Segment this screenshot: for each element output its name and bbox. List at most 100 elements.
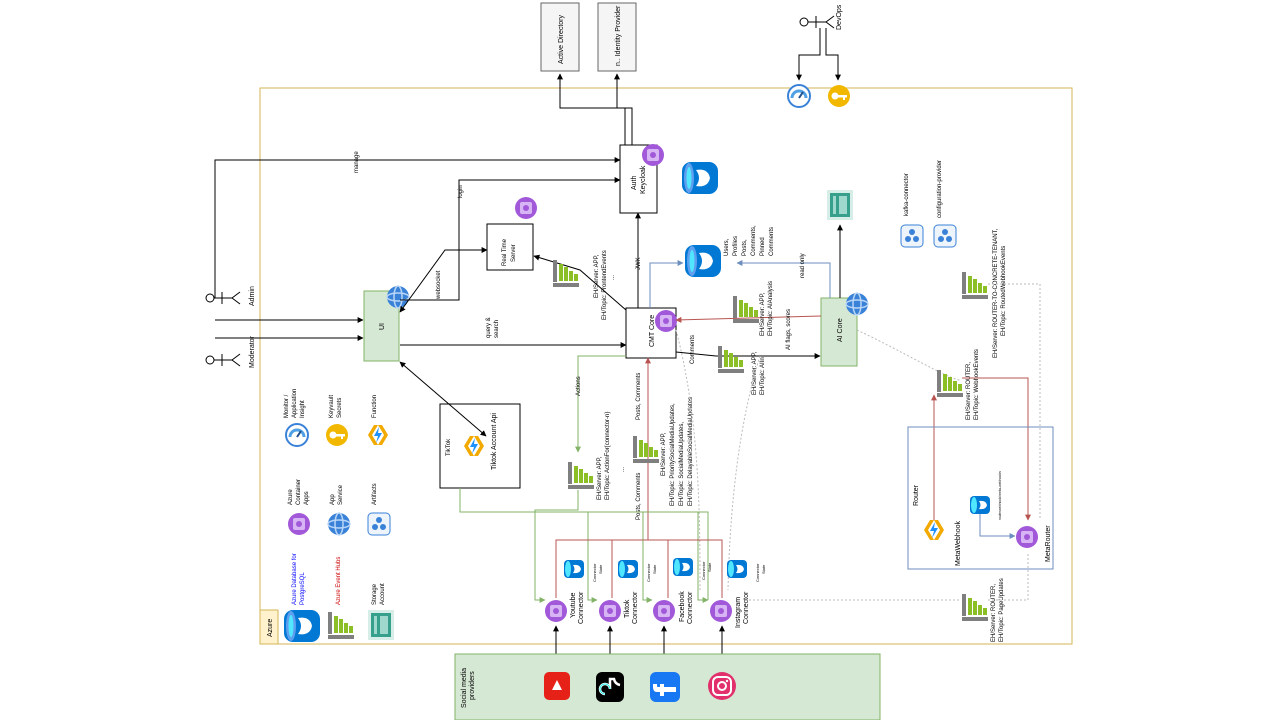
comments-label: Comments: [690, 335, 696, 364]
users-db-line-4: Comments,: [751, 225, 757, 256]
aiin-eh-2: EH/Topic: AIIn: [760, 357, 766, 395]
legend-storage-icon: [368, 610, 394, 640]
tiktok-connector-icon: [599, 600, 621, 622]
monitor-icon: [786, 83, 812, 109]
devops-label: DevOps: [836, 4, 843, 30]
aianalysis-eh-1: EH/Server: APP,: [760, 292, 766, 336]
users-db-line-2: Profiles: [733, 236, 739, 256]
auth-container-icon: [642, 144, 664, 166]
page-updates-eventhub-icon: [962, 594, 988, 621]
config-provider-label: configuration-provider: [937, 160, 943, 218]
auth-ad-edge: [557, 73, 626, 145]
moderator-actor: [205, 353, 241, 367]
route-tenant-eh-2: EH/Topic: RoutedWebhookEvents: [1001, 246, 1007, 336]
config-artifacts-icon: [933, 224, 957, 248]
webhook-eh-1: EH/Server: ROUTER,: [966, 362, 972, 420]
jwk-label: JWK: [636, 257, 642, 270]
kafka-connector-label: kafka-connector: [904, 173, 910, 216]
router-title: Router: [913, 484, 920, 506]
youtube-connector-l2: Connector: [578, 591, 585, 624]
route-tenant-eventhub-icon: [962, 272, 988, 299]
legend-postgres-icon: [284, 610, 320, 642]
metarouter-container-icon: [1016, 526, 1038, 548]
legend-storage-l2: Account: [380, 583, 386, 605]
devops-to-monitor-edge: [796, 28, 821, 81]
metawebhook-label: MetaWebhook: [955, 520, 962, 566]
aiin-eventhub-icon: [718, 346, 744, 373]
routerwebhook-label: routerwebhook/meta-webhooks: [998, 471, 1002, 520]
social-eh-1: EH/Server: APP,: [661, 432, 667, 476]
query-search-label-2: search: [494, 320, 500, 338]
legend-keyvault-l1: Keyvault: [329, 395, 335, 418]
legend-container-l2: Container: [296, 479, 302, 505]
legend-container-icon: [288, 513, 310, 535]
ai-core-globe-icon: [845, 292, 869, 316]
kafka-artifacts-icon: [900, 224, 924, 248]
social-providers-l1: Social media: [461, 668, 468, 708]
realtime-label-1: Real Time: [502, 238, 508, 266]
social-eventhub-icon: [633, 436, 659, 463]
key-icon: [828, 85, 850, 107]
moderator-label: Moderator: [249, 335, 256, 368]
tiktok-connector-l1: Tiktok: [624, 599, 631, 618]
legend-monitor-l3: Insight: [300, 400, 306, 418]
router-state-icon: [970, 496, 990, 514]
youtube-connector-icon: [545, 600, 567, 622]
ai-core-label: AI Core: [837, 318, 844, 342]
realtime-server-box: [486, 223, 534, 271]
manage-label: manage: [354, 151, 360, 173]
websocket-edge: [399, 247, 488, 313]
legend-eventhub-l1: Azure Event Hubs: [336, 557, 342, 605]
aianalysis-eventhub-icon: [733, 296, 759, 323]
realtime-container-icon: [515, 197, 537, 219]
cmt-db-edge: [649, 260, 684, 308]
architecture-diagram: Azure Active Directory n.. Identity Prov…: [205, 2, 1073, 720]
ai-readonly-edge: [736, 260, 831, 298]
social-eh-3: EH/Topic: SocialMediaUpdates,: [679, 422, 685, 506]
legend-monitor-icon: [284, 422, 310, 448]
users-db-line-3: Posts,: [742, 239, 748, 256]
metawebhook-function-icon: [924, 520, 944, 540]
cmt-container-icon: [655, 310, 677, 332]
youtube-logo: [544, 672, 570, 700]
legend-globe-icon: [327, 512, 351, 536]
query-search-label-1: query &: [486, 317, 492, 338]
social-eh-4: EH/Topic: DelayableSocialMediaUpdates: [688, 397, 694, 506]
storage-icon: [827, 190, 853, 220]
instagram-state-l2: State: [761, 564, 766, 574]
legend-function-l1: Function: [372, 395, 378, 418]
action-ellipsis: ...: [620, 467, 626, 472]
youtube-state-icon: [564, 560, 584, 578]
read-only-label: read only: [800, 253, 806, 278]
legend-app-service-l2: Service: [338, 484, 344, 505]
facebook-connector-l2: Connector: [687, 591, 694, 624]
tiktok-title: TikTok: [446, 438, 452, 456]
ai-flags-label: AI flags, scores: [786, 309, 792, 350]
frontend-eventhub-icon: [553, 260, 579, 287]
legend-container-l3: Apps: [304, 491, 310, 505]
users-db-line-5: Pinned: [760, 237, 766, 256]
users-db-line-6: Comments: [769, 227, 775, 256]
cmt-frontend-edge: [533, 254, 627, 311]
social-providers-l2: providers: [469, 671, 476, 700]
legend-postgres-l1: Azure Database for: [292, 553, 298, 605]
instagram-state-l1: Connector: [755, 563, 760, 582]
metarouter-label: MetaRouter: [1045, 525, 1052, 562]
websocket-label: websocket: [436, 270, 442, 300]
legend-app-service-l1: App: [330, 494, 336, 505]
webhook-eventhub-icon: [937, 370, 963, 397]
instagram-logo: [708, 672, 736, 700]
legend-postgres-l2: PostgreSQL: [300, 572, 306, 605]
ai-to-router-dashed: [856, 329, 961, 381]
ui-label: UI: [379, 323, 386, 330]
action-eh-1: EH/Server: APP,: [597, 456, 603, 500]
tiktok-state-l2: State: [652, 564, 657, 574]
identity-provider-label: n.. Identity Provider: [615, 5, 622, 66]
facebook-state-l1: Connector: [701, 561, 706, 580]
youtube-state-l2: State: [598, 564, 603, 574]
facebook-connector-l1: Facebook: [679, 591, 686, 622]
route-tenant-eh-1: EH/Server: ROUTER-TO-CONCRETE-TENANT,: [993, 228, 999, 358]
action-eventhub-icon: [568, 462, 594, 489]
aianalysis-eh-2: EH/Topic: AIAnalysis: [768, 281, 774, 336]
active-directory-label: Active Directory: [558, 14, 565, 64]
